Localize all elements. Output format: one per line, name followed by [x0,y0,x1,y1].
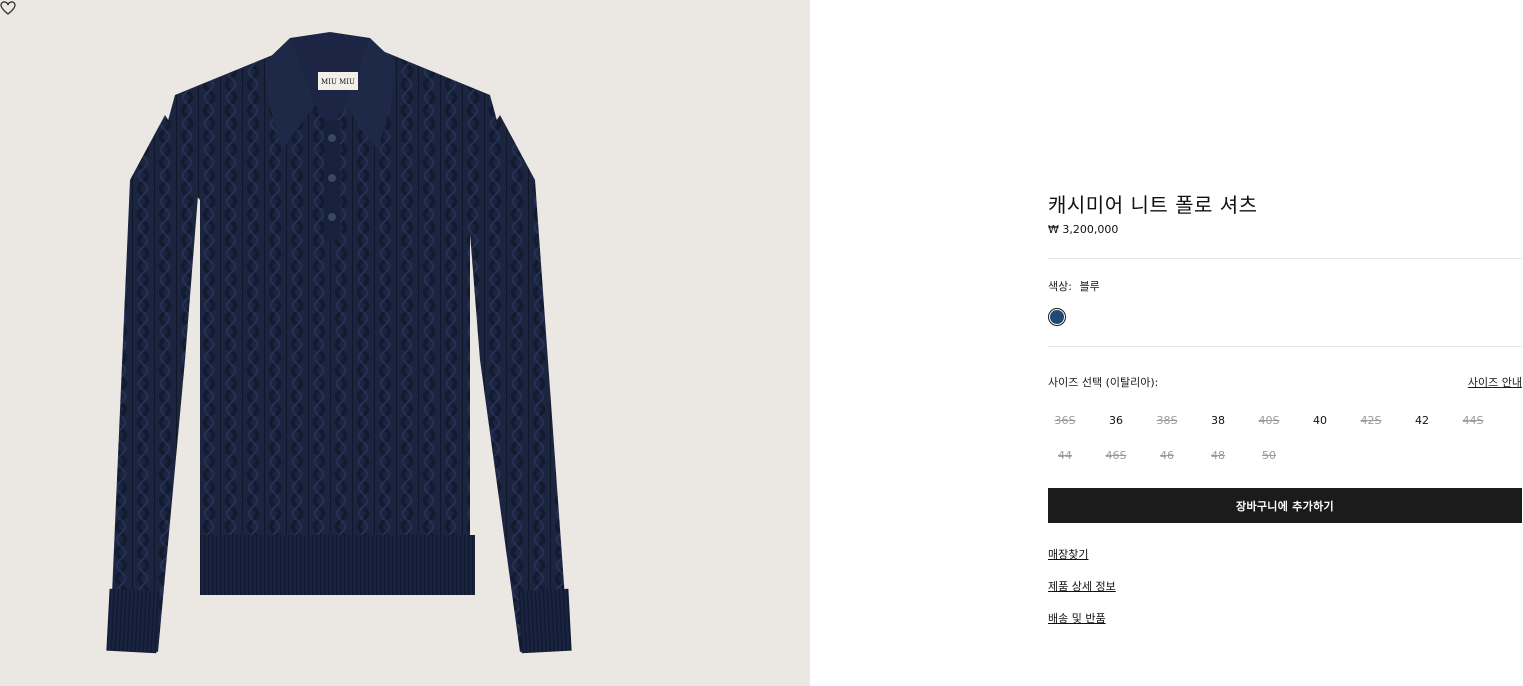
product-image: MIU MIU [0,0,810,686]
divider [1048,258,1522,259]
product-price: ₩ 3,200,000 [1048,223,1119,236]
product-details-link[interactable]: 제품 상세 정보 [1048,578,1116,594]
heart-icon[interactable] [0,0,16,16]
size-option-42[interactable]: 42 [1405,405,1439,435]
color-swatch-blue[interactable] [1048,308,1066,326]
size-option-42s[interactable]: 42S [1354,405,1388,435]
color-swatch-fill [1050,310,1064,324]
color-value: 블루 [1079,280,1100,293]
color-label: 색상: [1048,280,1072,293]
size-label: 사이즈 선택 (이탈리아): [1048,376,1159,389]
size-option-50[interactable]: 50 [1252,440,1286,470]
divider [1048,346,1522,347]
size-option-46s[interactable]: 46S [1099,440,1133,470]
brand-label: MIU MIU [321,78,355,86]
product-info-panel: 캐시미어 니트 폴로 셔츠 ₩ 3,200,000 색상: 블루 사이즈 선택 … [1048,0,1522,686]
size-option-38[interactable]: 38 [1201,405,1235,435]
size-option-44[interactable]: 44 [1048,440,1082,470]
size-option-44s[interactable]: 44S [1456,405,1490,435]
size-option-38s[interactable]: 38S [1150,405,1184,435]
size-option-40s[interactable]: 40S [1252,405,1286,435]
color-selection: 색상: 블루 [1048,278,1104,294]
size-guide-link[interactable]: 사이즈 안내 [1468,374,1522,390]
product-title: 캐시미어 니트 폴로 셔츠 [1048,193,1258,217]
size-option-36[interactable]: 36 [1099,405,1133,435]
size-option-48[interactable]: 48 [1201,440,1235,470]
sweater-illustration: MIU MIU [106,32,572,654]
shipping-returns-link[interactable]: 배송 및 반품 [1048,610,1106,626]
size-option-40[interactable]: 40 [1303,405,1337,435]
find-store-link[interactable]: 매장찾기 [1048,546,1088,562]
add-to-cart-button[interactable]: 장바구니에 추가하기 [1048,488,1522,523]
size-option-46[interactable]: 46 [1150,440,1184,470]
size-option-36s[interactable]: 36S [1048,405,1082,435]
